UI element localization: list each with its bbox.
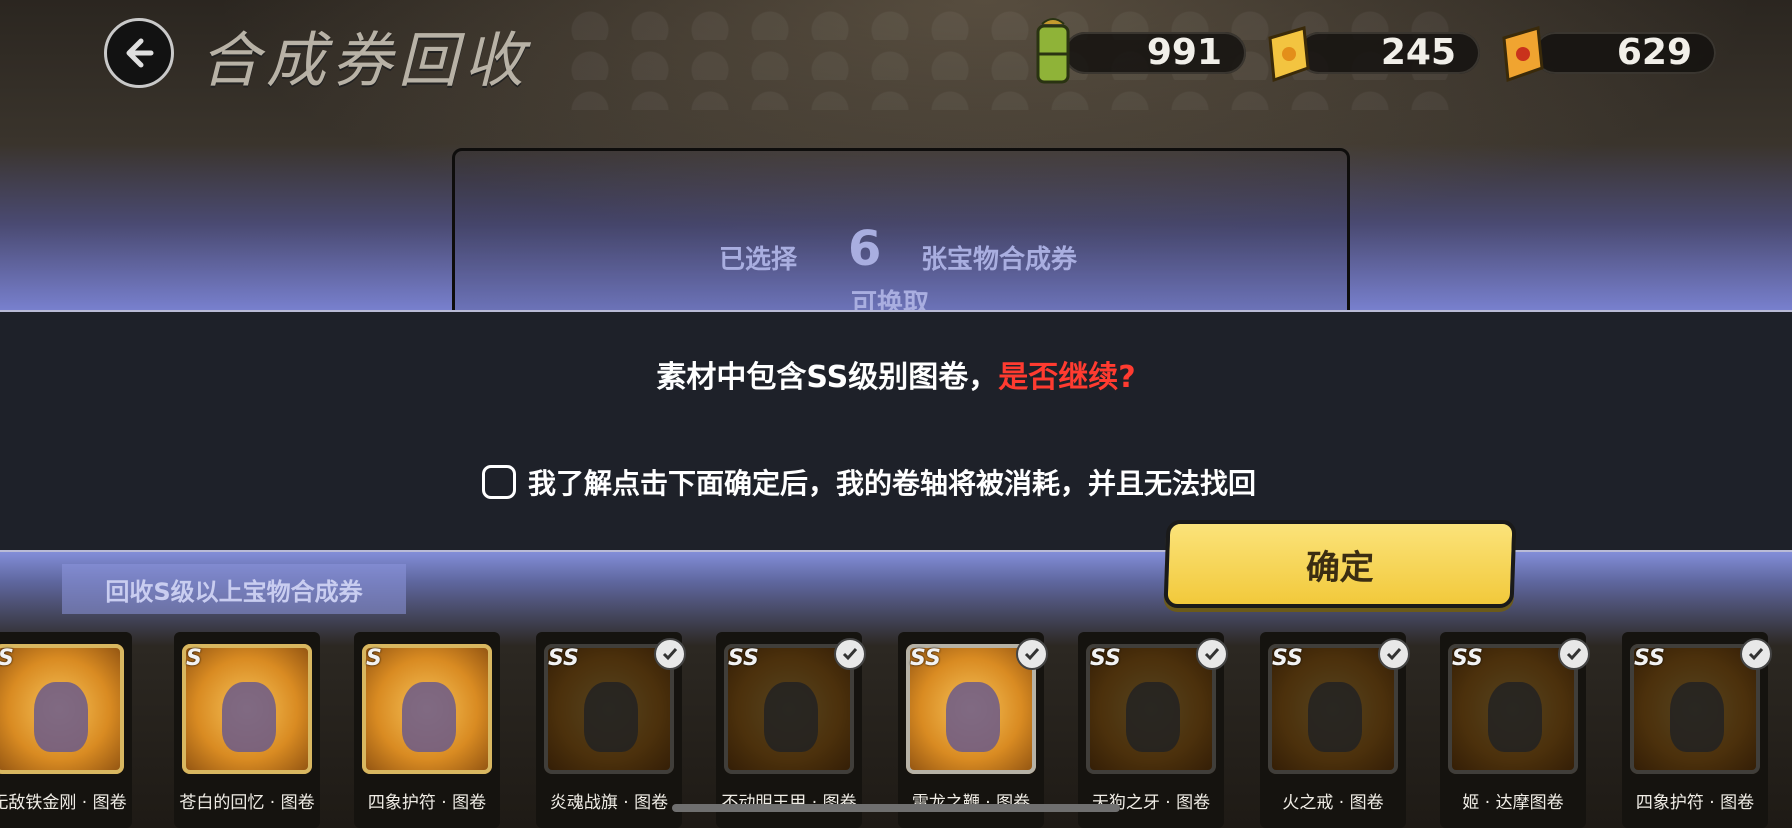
check-icon: [1196, 638, 1228, 670]
home-indicator: [672, 804, 1120, 812]
card-name: 火之戒 · 图卷: [1282, 793, 1384, 813]
back-button[interactable]: [104, 18, 174, 88]
grade-badge: S: [186, 646, 202, 671]
filter-tab[interactable]: 回收S级以上宝物合成券: [62, 564, 406, 614]
card-item[interactable]: SS 四象护符 · 图卷: [1622, 632, 1772, 828]
dialog-message-warning: 是否继续?: [998, 360, 1136, 395]
card-figure: [402, 682, 456, 752]
grade-badge: SS: [1272, 646, 1303, 671]
red-gold-ticket-icon: [1502, 26, 1544, 83]
grade-badge: SS: [910, 646, 941, 671]
card-item[interactable]: SS 炎魂战旗 · 图卷: [536, 632, 686, 828]
grade-badge: SS: [1090, 646, 1121, 671]
page-title: 合成券回收: [200, 26, 530, 96]
card-figure: [1670, 682, 1724, 752]
card-name: 苍白的回忆 · 图卷: [179, 793, 315, 813]
grade-badge: SS: [728, 646, 759, 671]
card-figure: [946, 682, 1000, 752]
card-name: 四象护符 · 图卷: [367, 793, 487, 813]
card-name: 四象护符 · 图卷: [1635, 793, 1755, 813]
card-item[interactable]: S 无敌铁金刚 · 图卷: [0, 632, 132, 828]
card-figure: [584, 682, 638, 752]
card-item[interactable]: SS 姬 · 达摩图卷: [1440, 632, 1590, 828]
currency-value: 629: [1616, 32, 1692, 73]
check-icon: [1558, 638, 1590, 670]
check-icon: [1378, 638, 1410, 670]
card-list: S 无敌铁金刚 · 图卷 S 苍白的回忆 · 图卷 S 四象护符 · 图卷 SS…: [0, 632, 1792, 828]
acknowledge-row[interactable]: 我了解点击下面确定后，我的卷轴将被消耗，并且无法找回: [482, 462, 1256, 502]
card-figure: [1126, 682, 1180, 752]
check-icon: [654, 638, 686, 670]
card-figure: [1308, 682, 1362, 752]
dialog-message: 素材中包含SS级别图卷，是否继续?: [0, 352, 1792, 396]
card-item[interactable]: S 四象护符 · 图卷: [354, 632, 500, 828]
card-item[interactable]: SS 火之戒 · 图卷: [1260, 632, 1410, 828]
card-name: 无敌铁金刚 · 图卷: [0, 793, 127, 813]
grade-badge: SS: [1452, 646, 1483, 671]
card-name: 姬 · 达摩图卷: [1462, 793, 1564, 813]
card-name: 炎魂战旗 · 图卷: [549, 793, 669, 813]
confirm-dialog: 素材中包含SS级别图卷，是否继续? 我了解点击下面确定后，我的卷轴将被消耗，并且…: [0, 310, 1792, 552]
gold-ticket-icon: [1268, 26, 1310, 83]
currency-red-ticket: 629: [1534, 32, 1716, 74]
selection-prefix: 已选择: [719, 245, 798, 275]
card-item[interactable]: S 苍白的回忆 · 图卷: [174, 632, 320, 828]
filter-label: 回收S级以上宝物合成券: [105, 577, 363, 606]
check-icon: [1016, 638, 1048, 670]
card-figure: [1488, 682, 1542, 752]
card-item[interactable]: SS 雷龙之鞭 · 图卷: [898, 632, 1048, 828]
check-icon: [834, 638, 866, 670]
confirm-button[interactable]: 确定: [1163, 520, 1517, 608]
card-figure: [764, 682, 818, 752]
card-figure: [222, 682, 276, 752]
grade-badge: S: [0, 646, 14, 671]
selection-count: 6: [848, 221, 882, 277]
check-icon: [1740, 638, 1772, 670]
bamboo-scroll-icon: [1036, 18, 1070, 84]
currency-bamboo: 991: [1064, 32, 1246, 74]
grade-badge: SS: [548, 646, 579, 671]
card-item[interactable]: SS 天狗之牙 · 图卷: [1078, 632, 1228, 828]
selection-suffix: 张宝物合成券: [921, 245, 1078, 275]
acknowledge-label: 我了解点击下面确定后，我的卷轴将被消耗，并且无法找回: [528, 467, 1257, 500]
currency-value: 245: [1380, 32, 1456, 73]
grade-badge: S: [366, 646, 382, 671]
card-figure: [34, 682, 88, 752]
currency-gold-ticket: 245: [1298, 32, 1480, 74]
dialog-message-main: 素材中包含SS级别图卷，: [656, 360, 999, 395]
grade-badge: SS: [1634, 646, 1665, 671]
confirm-button-label: 确定: [1305, 547, 1375, 588]
back-arrow-icon: [126, 38, 154, 68]
currency-value: 991: [1146, 32, 1222, 73]
acknowledge-checkbox[interactable]: [482, 465, 516, 499]
card-item[interactable]: SS 不动明王甲 · 图卷: [716, 632, 866, 828]
